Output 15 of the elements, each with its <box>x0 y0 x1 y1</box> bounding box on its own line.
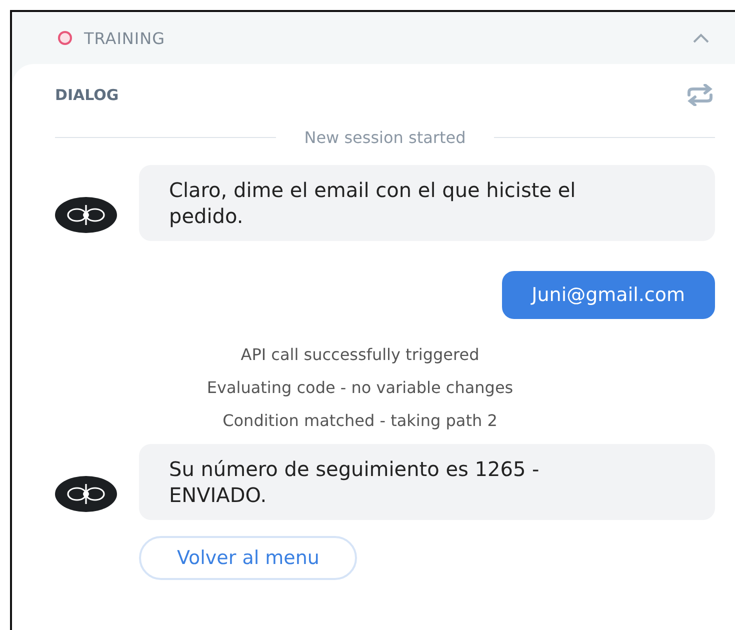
section-title: TRAINING <box>84 28 166 48</box>
system-event: API call successfully triggered <box>240 345 480 364</box>
avatar-icon <box>55 476 117 512</box>
session-divider-label: New session started <box>304 128 466 147</box>
bot-message: Claro, dime el email con el que hiciste el pedido. <box>139 165 715 241</box>
avatar-icon <box>55 197 117 233</box>
reply-button[interactable]: Volver al menu <box>139 536 358 580</box>
collapse-icon[interactable] <box>691 32 711 44</box>
status-dot <box>58 31 72 45</box>
dialog-title: DIALOG <box>55 86 119 104</box>
refresh-icon[interactable] <box>685 84 715 106</box>
system-event: Evaluating code - no variable changes <box>206 378 514 397</box>
bot-message: Su número de seguimiento es 1265 - ENVIADO. <box>139 444 715 520</box>
system-event: Condition matched - taking path 2 <box>222 411 498 430</box>
user-message: Juni@gmail.com <box>502 271 715 319</box>
